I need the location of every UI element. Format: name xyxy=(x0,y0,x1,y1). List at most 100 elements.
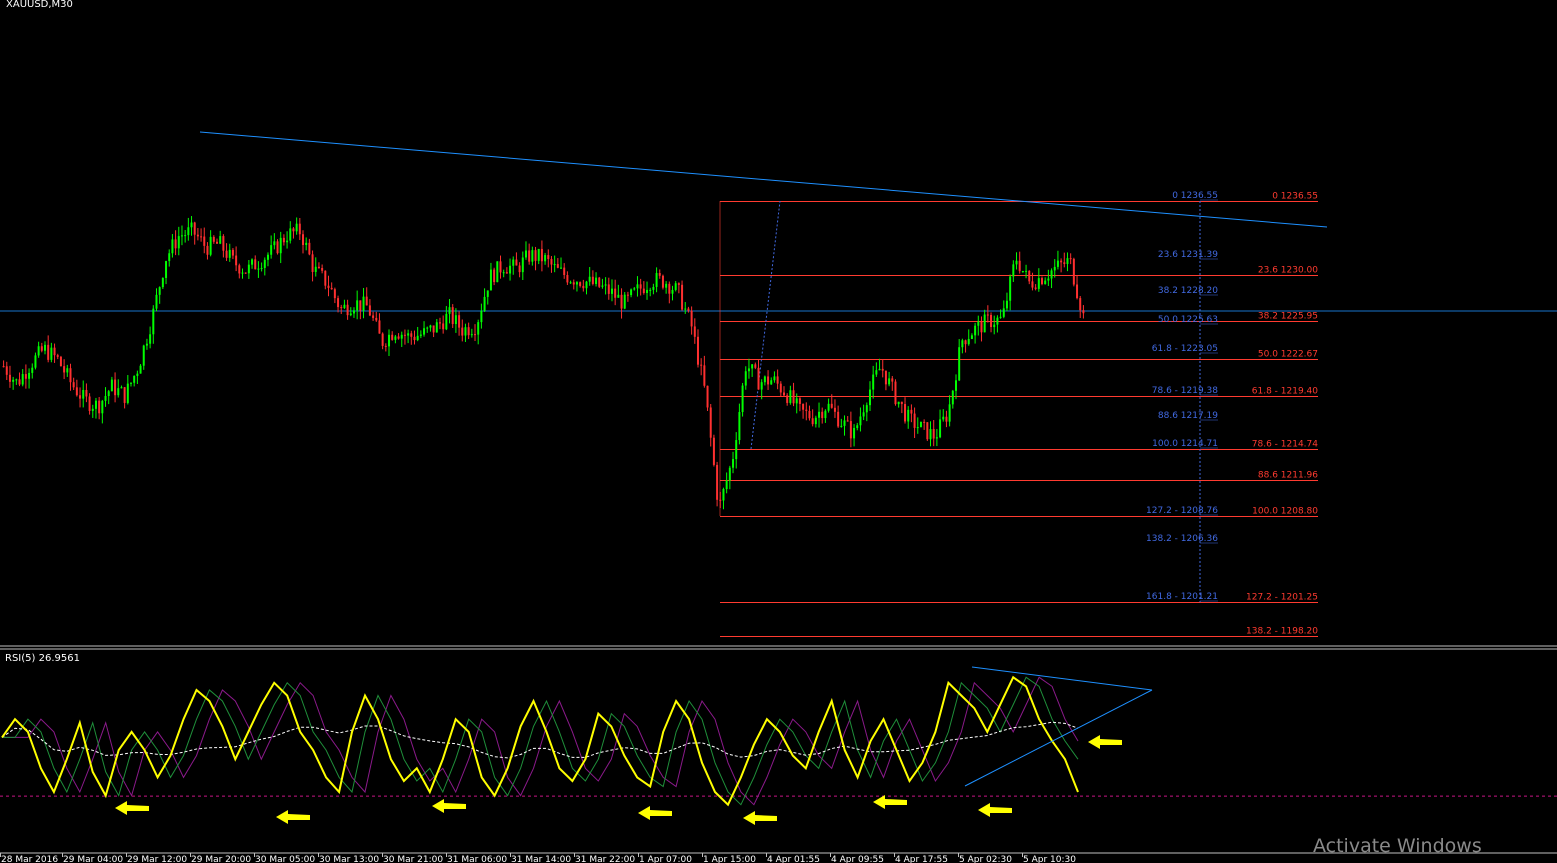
candle-body xyxy=(477,322,480,335)
candle-body xyxy=(333,289,336,299)
fib-b-label: 127.2 - 1208.76 xyxy=(1146,506,1218,516)
candle-body xyxy=(480,311,483,323)
candle-body xyxy=(257,268,260,270)
candle-body xyxy=(681,284,684,310)
candle-body xyxy=(579,282,582,286)
candle-body xyxy=(458,315,461,328)
candle-body xyxy=(110,379,113,392)
candle-body xyxy=(238,265,241,274)
candle-body xyxy=(187,227,190,236)
candle-body xyxy=(990,314,993,328)
time-tick-label: 31 Mar 22:00 xyxy=(575,855,635,863)
candle-body xyxy=(407,333,410,336)
candle-body xyxy=(1044,280,1047,285)
candle-body xyxy=(563,267,566,275)
candle-body xyxy=(1047,278,1050,281)
candle-body xyxy=(779,383,782,393)
candle-body xyxy=(493,269,496,283)
fib-b-label: 78.6 - 1219.38 xyxy=(1152,386,1218,396)
candle-body xyxy=(687,308,690,311)
time-tick-label: 31 Mar 06:00 xyxy=(447,855,507,863)
candle-body xyxy=(524,250,527,258)
time-tick-label: 5 Apr 02:30 xyxy=(959,855,1012,863)
candle-body xyxy=(165,261,168,278)
fib-a-label: 50.0 1222.67 xyxy=(1258,350,1318,360)
candle-body xyxy=(515,259,518,266)
candle-body xyxy=(193,222,196,235)
candle-body xyxy=(423,328,426,335)
candle-body xyxy=(661,275,664,288)
candle-body xyxy=(512,259,515,266)
candle-body xyxy=(824,410,827,419)
candle-body xyxy=(391,334,394,340)
fib-b-label: 88.6 1217.19 xyxy=(1158,411,1218,421)
candle-body xyxy=(56,355,59,357)
candle-body xyxy=(665,283,668,288)
candle-body xyxy=(700,364,703,366)
candle-body xyxy=(849,421,852,439)
candle-body xyxy=(1076,284,1079,299)
candle-body xyxy=(120,387,123,389)
candle-body xyxy=(1005,300,1008,309)
candle-body xyxy=(1053,266,1056,271)
candle-body xyxy=(317,266,320,269)
candle-body xyxy=(1002,308,1005,317)
candle-body xyxy=(94,400,97,409)
candle-body xyxy=(547,255,550,260)
candle-body xyxy=(298,223,301,235)
candle-body xyxy=(426,327,429,329)
candle-body xyxy=(550,259,553,265)
candle-body xyxy=(770,380,773,385)
candle-body xyxy=(340,307,343,309)
candle-body xyxy=(18,379,21,385)
candle-body xyxy=(88,396,91,411)
fib-b-label: 50.0 1225.63 xyxy=(1158,315,1218,325)
candle-body xyxy=(993,324,996,328)
candle-body xyxy=(916,427,919,429)
candle-body xyxy=(337,298,340,308)
candle-body xyxy=(907,409,910,422)
fib-a-label: 88.6 1211.96 xyxy=(1258,471,1318,481)
candle-body xyxy=(432,325,435,333)
candle-body xyxy=(174,239,177,249)
candle-body xyxy=(241,272,244,274)
candle-body xyxy=(827,403,830,411)
candle-body xyxy=(282,237,285,243)
candle-body xyxy=(168,253,171,262)
candle-body xyxy=(865,405,868,413)
candle-body xyxy=(888,378,891,385)
candle-body xyxy=(1009,276,1012,301)
candle-body xyxy=(929,429,932,440)
time-tick-label: 1 Apr 15:00 xyxy=(703,855,756,863)
candle-body xyxy=(8,374,11,382)
candle-body xyxy=(126,383,129,403)
candle-body xyxy=(942,416,945,420)
candle-body xyxy=(725,480,728,490)
candle-body xyxy=(884,370,887,385)
candle-body xyxy=(528,250,531,262)
candle-body xyxy=(158,287,161,295)
candle-body xyxy=(970,335,973,339)
candle-body xyxy=(808,410,811,419)
candle-body xyxy=(397,336,400,339)
candle-body xyxy=(413,336,416,341)
fib-b-label: 161.8 - 1201.21 xyxy=(1146,592,1218,602)
candle-body xyxy=(620,294,623,309)
candle-body xyxy=(270,245,273,255)
candle-body xyxy=(591,276,594,284)
candle-body xyxy=(614,288,617,298)
candle-body xyxy=(416,335,419,341)
candle-body xyxy=(37,346,40,356)
candle-body xyxy=(454,315,457,325)
fib-a-label: 38.2 1225.95 xyxy=(1258,312,1318,322)
candle-body xyxy=(674,283,677,290)
candle-body xyxy=(212,236,215,242)
candle-body xyxy=(50,347,53,360)
fib-b-label: 23.6 1231.39 xyxy=(1158,250,1218,260)
candle-body xyxy=(786,395,789,403)
candle-body xyxy=(509,265,512,274)
candle-body xyxy=(757,367,760,390)
candle-body xyxy=(368,305,371,316)
candle-body xyxy=(875,370,878,375)
candle-body xyxy=(442,323,445,330)
